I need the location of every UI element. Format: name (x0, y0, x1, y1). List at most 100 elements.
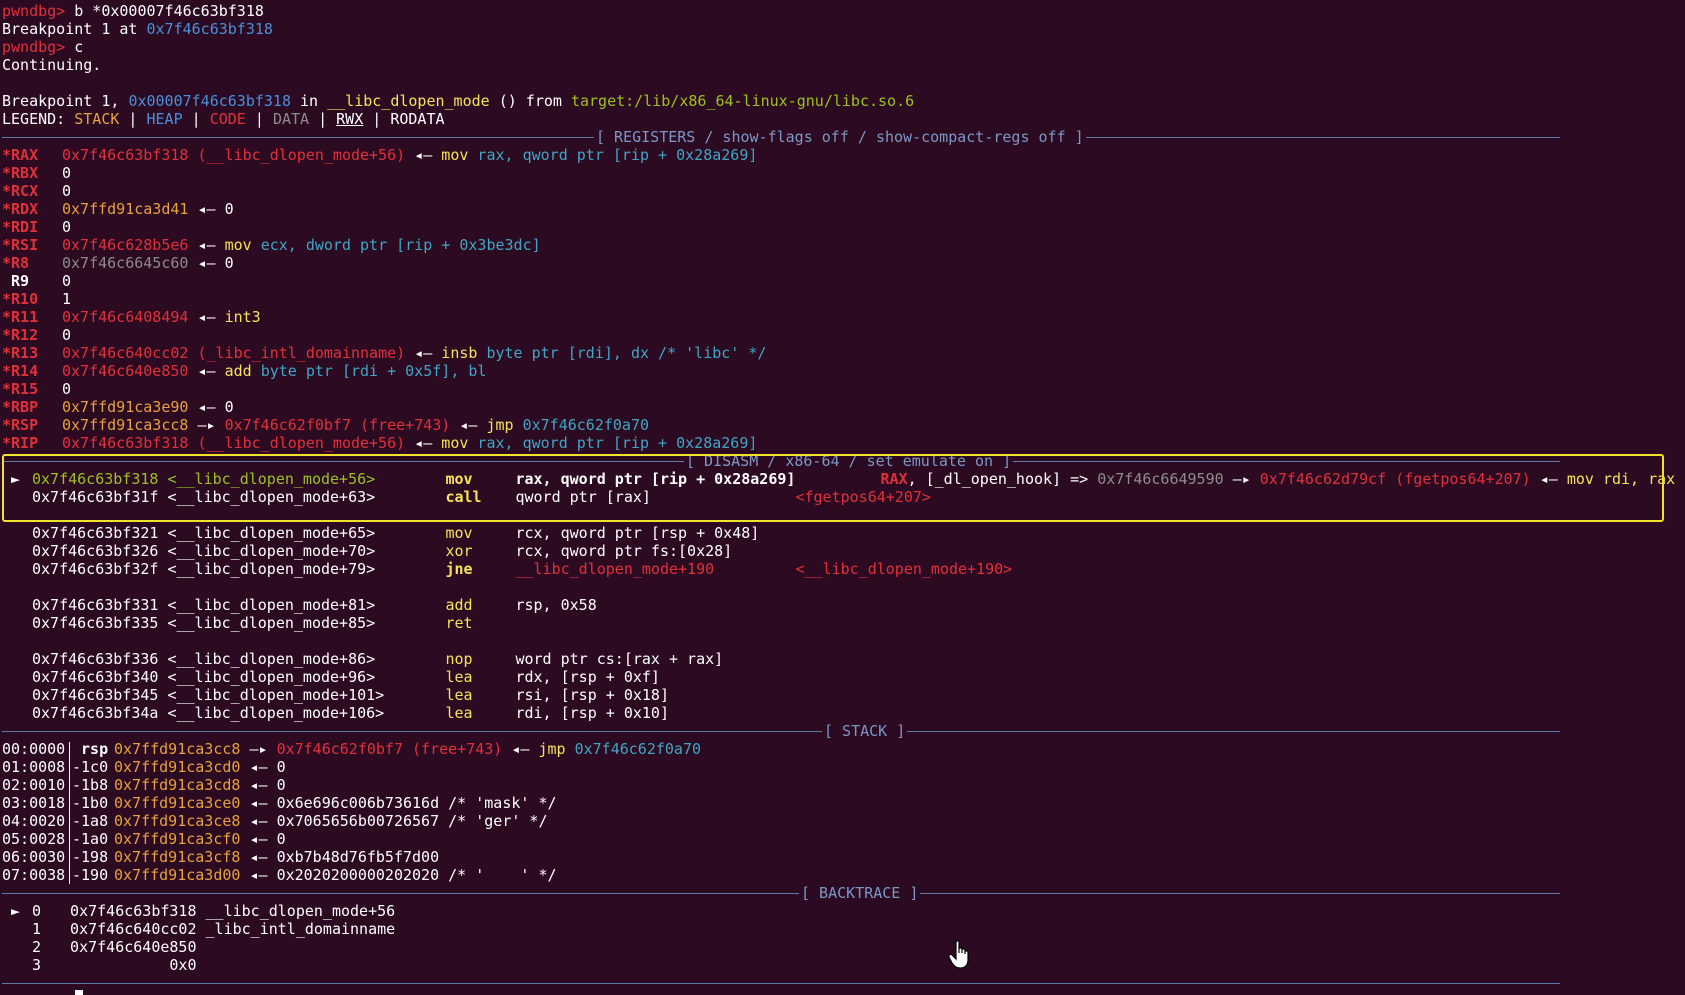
text: Breakpoint 1 at (2, 20, 147, 38)
frame-address: 0x7f46c640cc02 (52, 920, 197, 938)
stack-address: 0x7ffd91ca3cf8 (114, 848, 241, 866)
text: 0x7f46c62f0a70 (574, 740, 702, 758)
operands: rcx, qword ptr [rsp + 0x48] (515, 524, 760, 542)
stack-row: 03:0018 -1b0 0x7ffd91ca3ce0 ◂— 0x6e696c006… (2, 794, 1682, 812)
library-path: target:/lib/x86_64-linux-gnu/libc.so.6 (570, 92, 915, 110)
operands: word ptr cs:[rax + rax] (515, 650, 724, 668)
operands: byte ptr [rdi], dx /* 'libc' */ (486, 344, 767, 362)
text: ◂— (502, 740, 539, 758)
register-row: *R8 0x7f46c6645c60 ◂— 0 (2, 254, 1682, 272)
text: | (245, 110, 273, 128)
text: <__libc_dlopen_mode+190> (795, 560, 1013, 578)
operands: byte ptr [rdi + 0x5f], bl (260, 362, 487, 380)
operands: rdi, [rsp + 0x10] (515, 704, 669, 722)
mnemonic: lea (445, 686, 473, 704)
text: 0x7065656b00726567 /* 'ger' */ (276, 812, 548, 830)
stack-row: 00:0000 rsp 0x7ffd91ca3cc8 —▸ 0x7f46c62f0… (2, 740, 1682, 758)
text: —▸ (240, 740, 277, 758)
register-value: 0 (62, 218, 72, 236)
session-line: Breakpoint 1, 0x00007f46c63bf318 in __li… (2, 92, 1682, 110)
stack-row: 06:0030 -198 0x7ffd91ca3cf8 ◂— 0xb7b48d76f… (2, 848, 1682, 866)
register-value: 0x7f46c640e850 (62, 362, 189, 380)
bottom-separator (2, 983, 1560, 984)
register-row: *RBP 0x7ffd91ca3e90 ◂— 0 (2, 398, 1682, 416)
separator-rule (2, 893, 1560, 894)
stack-offset: -1b0 (72, 794, 109, 812)
register-value: 0 (62, 182, 72, 200)
register-name: *RSI (2, 236, 39, 254)
symbol: <__libc_dlopen_mode+79> (167, 560, 376, 578)
register-row: *R11 0x7f46c6408494 ◂— int3 (2, 308, 1682, 326)
mnemonic: mov (441, 434, 469, 452)
disasm-row: 0x7f46c63bf340 <__libc_dlopen_mode+96> le… (2, 668, 1682, 686)
register-row: *R14 0x7f46c640e850 ◂— add byte ptr [rdi … (2, 362, 1682, 380)
current-marker (2, 938, 32, 956)
mnemonic: mov (224, 236, 252, 254)
frame-number: 1 (32, 920, 42, 938)
text: ◂— (405, 146, 442, 164)
mnemonic: jne (445, 560, 473, 578)
register-name: *RBX (2, 164, 39, 182)
current-marker: ► (2, 470, 30, 488)
register-name: *RSP (2, 416, 39, 434)
prompt: pwndbg> (2, 2, 75, 20)
symbol: <__libc_dlopen_mode+106> (167, 704, 385, 722)
register-value: 0x7ffd91ca3cc8 (62, 416, 189, 434)
text: ◂— (240, 866, 277, 884)
command: c (74, 38, 84, 56)
current-marker (2, 542, 32, 560)
stack-row: 01:0008 -1c0 0x7ffd91ca3cd0 ◂— 0 (2, 758, 1682, 776)
text: ◂— (240, 812, 277, 830)
disasm-row: 0x7f46c63bf335 <__libc_dlopen_mode+85> re… (2, 614, 1682, 632)
text: ◂— (240, 794, 277, 812)
current-marker (2, 488, 32, 506)
stack-address: 0x7ffd91ca3d00 (114, 866, 241, 884)
text: RAX (880, 470, 908, 488)
stack-row: 04:0020 -1a8 0x7ffd91ca3ce8 ◂— 0x7065656b0… (2, 812, 1682, 830)
section-title: [ REGISTERS / show-flags off / show-comp… (594, 128, 1086, 146)
current-marker (2, 686, 32, 704)
current-marker (2, 614, 32, 632)
stack-row: 07:0038 -190 0x7ffd91ca3d00 ◂— 0x202020000… (2, 866, 1682, 884)
mnemonic: jmp (486, 416, 514, 434)
register-name: *R13 (2, 344, 39, 362)
instruction-address: 0x7f46c63bf31f (32, 488, 159, 506)
text: ◂— (240, 848, 277, 866)
stack-offset: -1c0 (72, 758, 109, 776)
register-value: 0 (62, 326, 72, 344)
terminal[interactable]: pwndbg> b *0x00007f46c63bf318 Breakpoint … (2, 2, 1682, 974)
hand-pointer-icon (948, 940, 974, 974)
backtrace-row: 2 0x7f46c640e850 (2, 938, 1682, 956)
disasm-row: 0x7f46c63bf326 <__libc_dlopen_mode+70> xo… (2, 542, 1682, 560)
text: ◂— (240, 830, 277, 848)
text: 0 (224, 254, 234, 272)
current-marker (2, 524, 32, 542)
stack-offset: -1a0 (72, 830, 109, 848)
register-name: R9 (2, 272, 30, 290)
section-header-disasm: [ DISASM / x86-64 / set emulate on ] (2, 452, 1682, 470)
instruction-address: 0x7f46c63bf335 (32, 614, 159, 632)
stack-index: 07:0038 (2, 866, 66, 884)
register-row: *R13 0x7f46c640cc02 (_libc_intl_domainnam… (2, 344, 1682, 362)
register-name: *RIP (2, 434, 39, 452)
register-name: *R8 (2, 254, 30, 272)
register-row: *R10 1 (2, 290, 1682, 308)
mnemonic: lea (445, 668, 473, 686)
operands: rsi, [rsp + 0x18] (515, 686, 669, 704)
current-marker (2, 668, 32, 686)
frame-address: 0x0 (52, 956, 197, 974)
register-row: *RAX 0x7f46c63bf318 (__libc_dlopen_mode+5… (2, 146, 1682, 164)
section-title: [ BACKTRACE ] (799, 884, 921, 902)
operands: rsp, 0x58 (515, 596, 597, 614)
text: in (291, 92, 328, 110)
session-line (2, 74, 1682, 92)
backtrace-row: 3 0x0 (2, 956, 1682, 974)
text: ◂— (188, 236, 225, 254)
register-name: *R15 (2, 380, 39, 398)
text: <fgetpos64+207> (795, 488, 931, 506)
mnemonic: nop (445, 650, 473, 668)
text: ◂— (405, 344, 442, 362)
